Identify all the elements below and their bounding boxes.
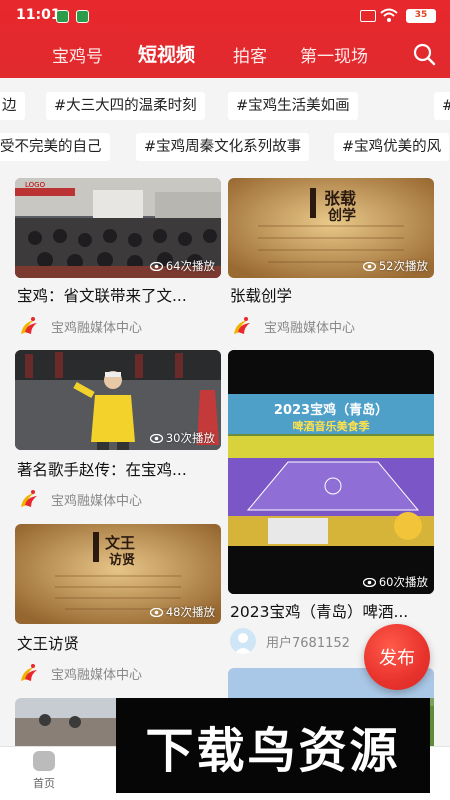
topic-tag[interactable]: #宝鸡周秦文化系列故事 <box>136 133 310 161</box>
avatar <box>230 628 256 654</box>
video-title[interactable]: 张载创学 <box>230 284 434 306</box>
topic-tag[interactable]: # <box>434 92 450 120</box>
notification-icon <box>76 10 89 23</box>
app-header: 11:01 35 宝鸡号 短视频 拍客 第一现场 <box>0 0 450 78</box>
video-thumbnail[interactable]: 文王 访贤 48次播放 <box>15 524 221 624</box>
media-center-logo-icon <box>21 664 37 681</box>
svg-text:张载: 张载 <box>324 189 356 208</box>
svg-text:创学: 创学 <box>327 207 356 224</box>
play-count: 60次播放 <box>362 574 428 590</box>
topic-tag[interactable]: #大三大四的温柔时刻 <box>46 92 205 120</box>
status-bar: 11:01 35 <box>0 0 450 32</box>
play-count: 30次播放 <box>149 430 215 446</box>
notification-icon <box>56 10 69 23</box>
battery-icon: 35 <box>406 9 436 23</box>
tab-paike[interactable]: 拍客 <box>233 42 267 67</box>
video-title[interactable]: 文王访贤 <box>17 632 221 654</box>
svg-text:LOGO: LOGO <box>25 181 46 189</box>
video-author[interactable]: 宝鸡融媒体中心 <box>230 314 355 338</box>
video-title[interactable]: 著名歌手赵传：在宝鸡... <box>17 458 221 480</box>
publish-fab-button[interactable]: 发布 <box>364 624 430 690</box>
video-author[interactable]: 宝鸡融媒体中心 <box>17 314 142 338</box>
video-author[interactable]: 用户7681152 <box>230 628 350 654</box>
svg-text:2023宝鸡（青岛）: 2023宝鸡（青岛） <box>274 402 388 418</box>
video-thumbnail[interactable]: 2023宝鸡（青岛） 啤酒音乐美食季 60次播放 <box>228 350 434 594</box>
video-thumbnail[interactable]: 30次播放 <box>15 350 221 450</box>
video-card[interactable]: LOGO 64次播放 宝鸡：省文联带来了文... 宝鸡融媒体中心 <box>15 178 221 348</box>
video-card[interactable]: 张载 创学 52次播放 张载创学 宝鸡融媒体中心 <box>228 178 434 348</box>
home-icon <box>33 751 55 771</box>
status-time: 11:01 <box>16 7 61 23</box>
topic-tag[interactable]: 受不完美的自己 <box>0 133 110 161</box>
tab-first-scene[interactable]: 第一现场 <box>300 42 368 67</box>
wifi-icon <box>380 8 398 22</box>
media-center-logo-icon <box>21 490 37 507</box>
sim-icon <box>360 10 376 22</box>
topic-tag[interactable]: #宝鸡优美的风 <box>334 133 450 161</box>
svg-text:访贤: 访贤 <box>109 552 135 568</box>
video-author[interactable]: 宝鸡融媒体中心 <box>17 661 142 685</box>
eye-icon <box>362 261 376 271</box>
svg-text:文王: 文王 <box>105 534 135 552</box>
media-center-logo-icon <box>21 317 37 334</box>
tab-baoji-hao[interactable]: 宝鸡号 <box>52 42 103 67</box>
topic-tag[interactable]: #宝鸡生活美如画 <box>228 92 358 120</box>
topic-tag-row: 受不完美的自己 #宝鸡周秦文化系列故事 #宝鸡优美的风 <box>0 133 450 161</box>
media-center-logo-icon <box>234 317 250 334</box>
video-thumbnail[interactable]: LOGO 64次播放 <box>15 178 221 278</box>
play-count: 64次播放 <box>149 258 215 274</box>
video-author[interactable]: 宝鸡融媒体中心 <box>17 487 142 511</box>
eye-icon <box>362 577 376 587</box>
topic-tag-row: 边 #大三大四的温柔时刻 #宝鸡生活美如画 # <box>0 92 450 120</box>
watermark-banner: 下载鸟资源 <box>116 698 430 793</box>
tab-short-video[interactable]: 短视频 <box>138 40 195 67</box>
video-thumbnail[interactable]: 张载 创学 52次播放 <box>228 178 434 278</box>
topic-tag[interactable]: 边 <box>0 92 25 120</box>
eye-icon <box>149 607 163 617</box>
play-count: 48次播放 <box>149 604 215 620</box>
video-card[interactable]: 30次播放 著名歌手赵传：在宝鸡... 宝鸡融媒体中心 <box>15 350 221 520</box>
svg-text:啤酒音乐美食季: 啤酒音乐美食季 <box>293 419 371 433</box>
video-card[interactable]: 文王 访贤 48次播放 文王访贤 宝鸡融媒体中心 <box>15 524 221 694</box>
play-count: 52次播放 <box>362 258 428 274</box>
video-title[interactable]: 2023宝鸡（青岛）啤酒... <box>230 600 434 622</box>
top-nav: 宝鸡号 短视频 拍客 第一现场 <box>0 36 450 74</box>
video-title[interactable]: 宝鸡：省文联带来了文... <box>17 284 221 306</box>
video-card[interactable]: 2023宝鸡（青岛） 啤酒音乐美食季 60次播放 2023宝鸡（青岛）啤酒...… <box>228 350 434 660</box>
search-icon[interactable] <box>412 42 436 66</box>
bottom-nav-home[interactable]: 首页 <box>14 751 74 791</box>
eye-icon <box>149 261 163 271</box>
eye-icon <box>149 433 163 443</box>
